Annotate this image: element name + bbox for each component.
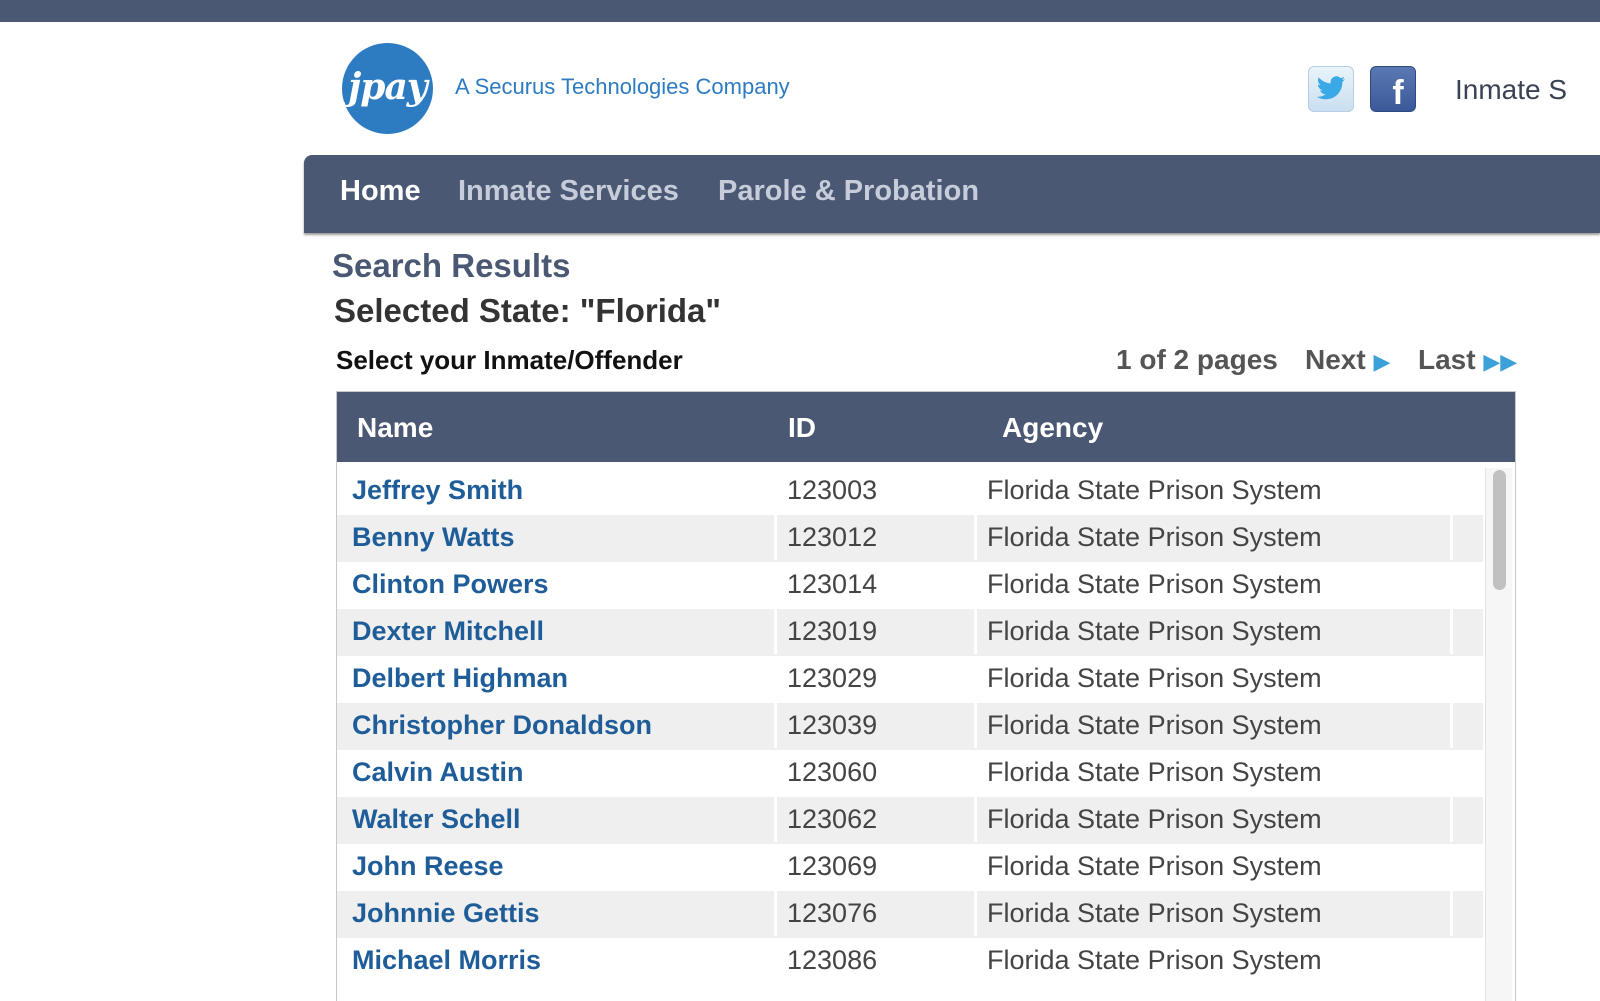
column-divider	[1450, 609, 1453, 654]
inmate-id: 123069	[787, 851, 878, 881]
column-divider	[1450, 515, 1453, 560]
company-tagline: A Securus Technologies Company	[455, 74, 790, 99]
inmate-id: 123019	[787, 616, 878, 646]
column-divider	[774, 797, 777, 842]
table-row[interactable]: Christopher Donaldson 123039 Florida State…	[337, 703, 1483, 750]
inmate-name-link[interactable]: Jeffrey Smith	[352, 468, 523, 513]
table-row[interactable]: Calvin Austin 123060 Florida State Prison …	[337, 750, 1483, 797]
select-instruction: Select your Inmate/Offender	[336, 345, 683, 375]
inmate-name-link[interactable]: Walter Schell	[352, 797, 521, 842]
inmate-id: 123060	[787, 757, 878, 787]
next-page-link[interactable]: Next ▶	[1305, 344, 1390, 376]
next-label: Next	[1305, 344, 1366, 375]
column-divider	[974, 609, 977, 654]
inmate-id: 123003	[787, 475, 878, 505]
inmate-id: 123086	[787, 945, 878, 975]
inmate-name-link[interactable]: Delbert Highman	[352, 656, 568, 701]
column-header-agency[interactable]: Agency	[1002, 412, 1103, 444]
inmate-agency: Florida State Prison System	[987, 898, 1322, 928]
inmate-id: 123029	[787, 663, 878, 693]
column-divider	[974, 515, 977, 560]
last-arrow-icon: ▶▶	[1483, 349, 1518, 374]
inmate-id: 123014	[787, 569, 878, 599]
table-row[interactable]: Clinton Powers 123014 Florida State Prison…	[337, 562, 1483, 609]
inmate-services-header-link[interactable]: Inmate S	[1455, 74, 1567, 106]
inmate-agency: Florida State Prison System	[987, 569, 1322, 599]
inmate-agency: Florida State Prison System	[987, 851, 1322, 881]
inmate-name-link[interactable]: Benny Watts	[352, 515, 515, 560]
column-header-id[interactable]: ID	[788, 412, 816, 444]
scrollbar-thumb[interactable]	[1493, 470, 1506, 590]
inmate-agency: Florida State Prison System	[987, 616, 1322, 646]
logo-text: jpay	[348, 65, 427, 108]
page-count: 1 of 2 pages	[1116, 344, 1278, 375]
twitter-icon	[1316, 76, 1345, 100]
facebook-icon: f	[1392, 73, 1404, 112]
inmate-id: 123039	[787, 710, 878, 740]
inmate-agency: Florida State Prison System	[987, 710, 1322, 740]
inmate-name-link[interactable]: Calvin Austin	[352, 750, 524, 795]
column-divider	[1450, 703, 1453, 748]
table-scrollbar[interactable]	[1485, 468, 1512, 1001]
results-table: Name ID Agency Jeffrey Smith 123003 Florid…	[336, 391, 1516, 1001]
last-page-link[interactable]: Last ▶▶	[1418, 344, 1517, 376]
inmate-name-link[interactable]: Johnnie Gettis	[352, 891, 540, 936]
table-row[interactable]: John Reese 123069 Florida State Prison Sys…	[337, 844, 1483, 891]
column-divider	[974, 703, 977, 748]
inmate-agency: Florida State Prison System	[987, 663, 1322, 693]
column-divider	[1450, 891, 1453, 936]
column-divider	[774, 609, 777, 654]
table-row[interactable]: Dexter Mitchell 123019 Florida State Priso…	[337, 609, 1483, 656]
last-label: Last	[1418, 344, 1476, 375]
table-row[interactable]: Delbert Highman 123029 Florida State Priso…	[337, 656, 1483, 703]
nav-parole-probation[interactable]: Parole & Probation	[718, 175, 979, 208]
inmate-agency: Florida State Prison System	[987, 945, 1322, 975]
inmate-id: 123076	[787, 898, 878, 928]
table-body: Jeffrey Smith 123003 Florida State Prison …	[337, 468, 1483, 985]
inmate-name-link[interactable]: Clinton Powers	[352, 562, 549, 607]
column-divider	[974, 797, 977, 842]
inmate-name-link[interactable]: Dexter Mitchell	[352, 609, 544, 654]
top-bar	[0, 0, 1600, 22]
page-title: Search Results	[332, 247, 571, 284]
inmate-name-link[interactable]: Christopher Donaldson	[352, 703, 652, 748]
twitter-button[interactable]	[1308, 66, 1354, 112]
next-arrow-icon: ▶	[1373, 349, 1391, 374]
table-row[interactable]: Jeffrey Smith 123003 Florida State Prison …	[337, 468, 1483, 515]
inmate-name-link[interactable]: John Reese	[352, 844, 504, 889]
inmate-agency: Florida State Prison System	[987, 757, 1322, 787]
table-row[interactable]: Michael Morris 123086 Florida State Prison…	[337, 938, 1483, 985]
table-row[interactable]: Johnnie Gettis 123076 Florida State Prison…	[337, 891, 1483, 938]
column-divider	[774, 891, 777, 936]
inmate-name-link[interactable]: Michael Morris	[352, 938, 541, 983]
column-divider	[774, 703, 777, 748]
table-header: Name ID Agency	[337, 392, 1515, 462]
inmate-agency: Florida State Prison System	[987, 475, 1322, 505]
column-header-name[interactable]: Name	[357, 412, 433, 444]
nav-inmate-services[interactable]: Inmate Services	[458, 175, 679, 208]
inmate-id: 123062	[787, 804, 878, 834]
selected-state: Selected State: "Florida"	[334, 292, 722, 329]
inmate-agency: Florida State Prison System	[987, 522, 1322, 552]
nav-home[interactable]: Home	[340, 175, 421, 208]
facebook-button[interactable]: f	[1370, 66, 1416, 112]
column-divider	[774, 515, 777, 560]
inmate-id: 123012	[787, 522, 878, 552]
inmate-agency: Florida State Prison System	[987, 804, 1322, 834]
table-row[interactable]: Benny Watts 123012 Florida State Prison Sy…	[337, 515, 1483, 562]
column-divider	[974, 891, 977, 936]
column-divider	[1450, 797, 1453, 842]
jpay-logo[interactable]: jpay	[342, 43, 433, 134]
main-nav: Home Inmate Services Parole & Probation	[304, 155, 1600, 233]
table-row[interactable]: Walter Schell 123062 Florida State Prison …	[337, 797, 1483, 844]
